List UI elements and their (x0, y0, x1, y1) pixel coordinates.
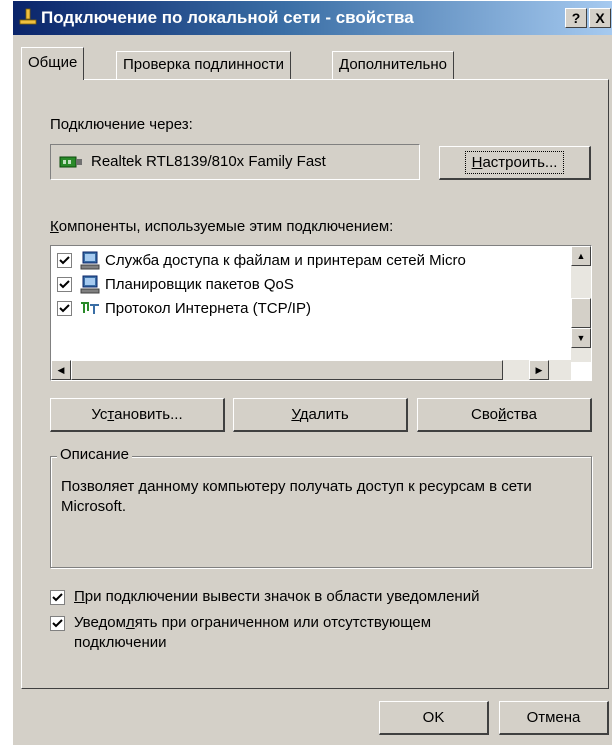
network-computer-icon (79, 275, 101, 295)
list-item-tcpip[interactable]: Протокол Интернета (TCP/IP) (57, 298, 571, 322)
checkbox-notify[interactable] (50, 616, 65, 631)
properties-button[interactable]: Свойства (417, 398, 592, 432)
horizontal-scrollbar[interactable]: ◀ ▶ (51, 360, 571, 380)
remove-button[interactable]: Удалить (233, 398, 408, 432)
vertical-scrollbar[interactable]: ▲ ▼ (571, 246, 591, 362)
configure-button[interactable]: Настроить... (439, 146, 591, 180)
list-item-qos[interactable]: Планировщик пакетов QoS (57, 274, 571, 298)
network-adapter-icon (59, 154, 83, 174)
vertical-scroll-thumb[interactable] (571, 298, 591, 328)
show-icon-option[interactable]: При подключении вывести значок в области… (50, 587, 610, 609)
dialog-button-bar: OK Отмена (13, 689, 612, 746)
scroll-right-arrow-icon[interactable]: ▶ (529, 360, 549, 380)
tab-general[interactable]: Общие (21, 47, 85, 80)
adapter-field: Realtek RTL8139/810x Family Fast (50, 144, 420, 180)
close-button[interactable]: X (589, 8, 611, 28)
show-icon-label: При подключении вывести значок в области… (74, 588, 480, 605)
notify-option[interactable]: Уведомлять при ограниченном или отсутств… (50, 613, 610, 657)
scroll-down-arrow-icon[interactable]: ▼ (571, 328, 591, 348)
item-label-tcpip: Протокол Интернета (TCP/IP) (105, 300, 311, 317)
scroll-left-arrow-icon[interactable]: ◀ (51, 360, 71, 380)
protocol-icon (79, 299, 101, 319)
checkbox-show-icon[interactable] (50, 590, 65, 605)
window-title: Подключение по локальной сети - свойства (41, 8, 414, 27)
description-text: Позволяет данному компьютеру получать до… (61, 478, 532, 515)
connect-via-label: Подключение через: (50, 116, 193, 133)
help-button[interactable]: ? (565, 8, 587, 28)
cancel-button[interactable]: Отмена (499, 701, 609, 735)
checkbox-qos[interactable] (57, 277, 72, 292)
item-label-qos: Планировщик пакетов QoS (105, 276, 294, 293)
properties-dialog: Подключение по локальной сети - свойства… (12, 0, 612, 745)
tab-advanced[interactable]: Дополнительно (332, 51, 454, 79)
network-computer-icon (79, 251, 101, 271)
checkbox-file-sharing[interactable] (57, 253, 72, 268)
description-group: Описание Позволяет данному компьютеру по… (50, 446, 592, 568)
scroll-up-arrow-icon[interactable]: ▲ (571, 246, 591, 266)
ok-button[interactable]: OK (379, 701, 489, 735)
general-tab-panel: Подключение через: Realtek RTL8139/810x … (21, 79, 609, 689)
checkbox-tcpip[interactable] (57, 301, 72, 316)
item-label-file-sharing: Служба доступа к файлам и принтерам сете… (105, 252, 466, 269)
components-list[interactable]: Служба доступа к файлам и принтерам сете… (50, 245, 592, 381)
description-legend: Описание (57, 446, 133, 463)
tab-authentication[interactable]: Проверка подлинности (116, 51, 292, 79)
horizontal-scroll-thumb[interactable] (71, 360, 503, 380)
network-connection-icon (19, 8, 37, 26)
notify-label: Уведомлять при ограниченном или отсутств… (74, 614, 432, 651)
adapter-name: Realtek RTL8139/810x Family Fast (91, 153, 326, 170)
list-item-file-sharing[interactable]: Служба доступа к файлам и принтерам сете… (57, 250, 571, 274)
components-label: Компоненты, используемые этим подключени… (50, 218, 394, 235)
title-bar[interactable]: Подключение по локальной сети - свойства… (13, 1, 612, 35)
install-button[interactable]: Установить... (50, 398, 225, 432)
